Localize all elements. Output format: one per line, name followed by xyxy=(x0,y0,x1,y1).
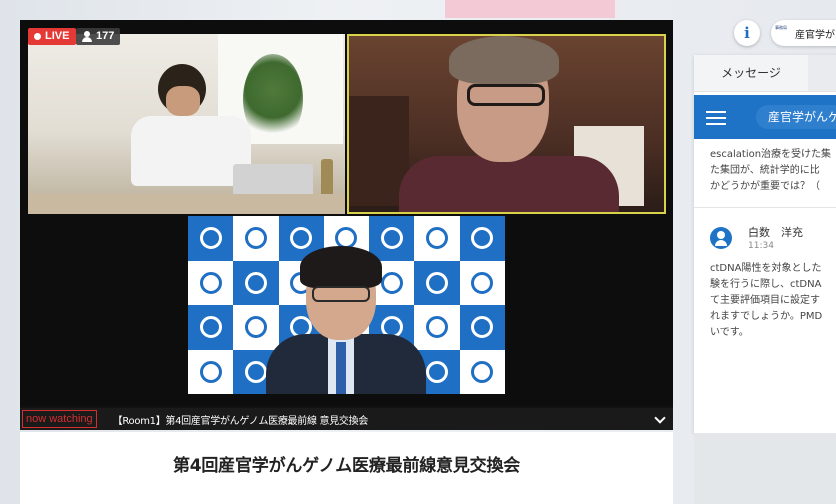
stream-title: 【Room1】第4回産官学がんゲノム医療最前線 意見交換会 xyxy=(112,415,369,427)
message-time: 11:34 xyxy=(748,241,774,251)
bg-cell xyxy=(459,216,505,261)
live-dot-icon xyxy=(34,33,41,40)
participant-hair xyxy=(300,246,382,288)
bg-cell xyxy=(369,216,415,261)
org-logo-icon xyxy=(244,316,267,339)
org-logo-icon xyxy=(426,360,449,383)
organizer-chip[interactable]: 事務局 産官学がんゲ xyxy=(771,20,836,46)
video-stage[interactable]: LIVE 177 xyxy=(20,20,673,406)
person-icon xyxy=(82,31,92,42)
org-logo-icon xyxy=(471,271,494,294)
now-watching-tag: now watching xyxy=(22,410,97,428)
org-logo-icon xyxy=(471,227,494,250)
live-label: LIVE xyxy=(45,30,70,42)
participant-body xyxy=(399,156,619,212)
bg-cell xyxy=(233,305,279,350)
org-logo-icon xyxy=(244,227,267,250)
viewer-count-badge: 177 xyxy=(76,28,121,45)
bg-cell xyxy=(188,260,234,305)
message-text-line: れますでしょうか。PMD xyxy=(710,311,823,322)
video-player[interactable]: LIVE 177 now watching 【Room1】第4回産官学がんゲノム… xyxy=(20,20,673,430)
message-divider xyxy=(694,207,836,208)
org-logo-icon xyxy=(426,227,449,250)
message-text-line: た集団が、統計学的に比 xyxy=(710,165,820,176)
tab-secondary[interactable] xyxy=(808,55,836,91)
org-logo-icon xyxy=(426,271,449,294)
bg-cell xyxy=(233,260,279,305)
org-logo-icon xyxy=(199,227,222,250)
org-logo-icon xyxy=(471,360,494,383)
organizer-logo-icon: 事務局 xyxy=(775,25,787,30)
hamburger-menu-icon[interactable] xyxy=(706,111,726,125)
plant xyxy=(243,54,303,144)
bg-cell xyxy=(233,216,279,261)
bg-cell xyxy=(459,349,505,394)
stream-caption-bar[interactable]: now watching 【Room1】第4回産官学がんゲノム医療最前線 意見交… xyxy=(20,408,673,430)
event-title: 第4回産官学がんゲノム医療最前線意見交換会 xyxy=(172,456,521,476)
bg-cell xyxy=(459,305,505,350)
participant-tie xyxy=(336,342,346,394)
menu-line xyxy=(706,117,726,119)
org-logo-icon xyxy=(199,360,222,383)
bg-cell xyxy=(414,216,460,261)
bg-cell xyxy=(414,260,460,305)
chat-header: 産官学がんゲノム xyxy=(694,95,836,139)
message-author: 白数 洋充 xyxy=(748,226,803,239)
participant-glasses xyxy=(312,286,370,302)
message-text-line: 験を行うに際し、ctDNA xyxy=(710,279,822,290)
avatar-icon xyxy=(710,227,732,249)
info-icon: i xyxy=(744,24,750,42)
desk xyxy=(28,194,345,214)
live-badge: LIVE xyxy=(28,28,77,45)
bg-cell xyxy=(188,305,234,350)
bg-cell xyxy=(414,305,460,350)
message-text-line: かどうかが重要では？（ xyxy=(710,181,820,192)
org-logo-icon xyxy=(199,316,222,339)
background-panel xyxy=(694,433,836,504)
chat-panel: メッセージ 産官学がんゲノム escalation治療を受けた集 た集団が、統計… xyxy=(694,55,836,433)
viewer-count: 177 xyxy=(96,30,115,42)
org-logo-icon xyxy=(290,227,313,250)
org-logo-icon xyxy=(426,316,449,339)
info-button[interactable]: i xyxy=(734,20,760,46)
participant-video-2-active-speaker xyxy=(347,34,666,214)
participant-video-3 xyxy=(188,216,505,394)
background-banner xyxy=(445,0,615,18)
message-text-line: escalation治療を受けた集 xyxy=(710,149,832,160)
message-text-line: て主要評価項目に設定す xyxy=(710,295,820,306)
bottle xyxy=(321,159,333,199)
org-logo-icon xyxy=(380,271,403,294)
participant-video-1 xyxy=(28,34,345,214)
org-logo-icon xyxy=(471,316,494,339)
participant-glasses xyxy=(467,84,545,106)
chevron-down-icon[interactable] xyxy=(653,412,667,426)
bg-cell xyxy=(459,260,505,305)
bg-cell xyxy=(188,349,234,394)
bg-cell xyxy=(188,216,234,261)
event-title-card: 第4回産官学がんゲノム医療最前線意見交換会 xyxy=(20,432,673,504)
org-logo-icon xyxy=(380,227,403,250)
chat-tabs: メッセージ xyxy=(694,55,836,92)
menu-line xyxy=(706,123,726,125)
org-logo-icon xyxy=(244,271,267,294)
organizer-name: 産官学がんゲ xyxy=(795,29,836,41)
message-text-line: いです。 xyxy=(710,327,749,338)
menu-line xyxy=(706,111,726,113)
org-logo-icon xyxy=(199,271,222,294)
room-selector[interactable]: 産官学がんゲノム xyxy=(756,105,836,129)
participant-hair xyxy=(449,36,559,84)
org-logo-icon xyxy=(244,360,267,383)
tab-messages[interactable]: メッセージ xyxy=(694,55,808,91)
participant-face xyxy=(166,86,200,116)
message-text-line: ctDNA陽性を対象とした xyxy=(710,263,822,274)
